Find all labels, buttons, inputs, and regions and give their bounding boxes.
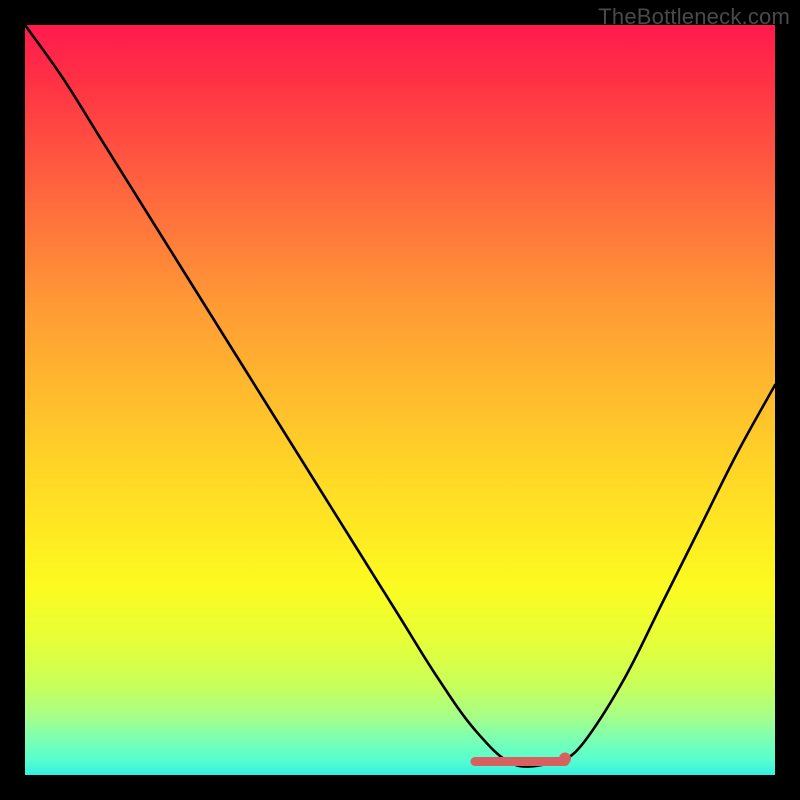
chart-svg <box>25 25 775 775</box>
chart-frame: TheBottleneck.com <box>0 0 800 800</box>
flat-region-end-marker <box>559 753 571 765</box>
chart-plot-area <box>25 25 775 775</box>
bottleneck-curve-path <box>25 25 775 767</box>
